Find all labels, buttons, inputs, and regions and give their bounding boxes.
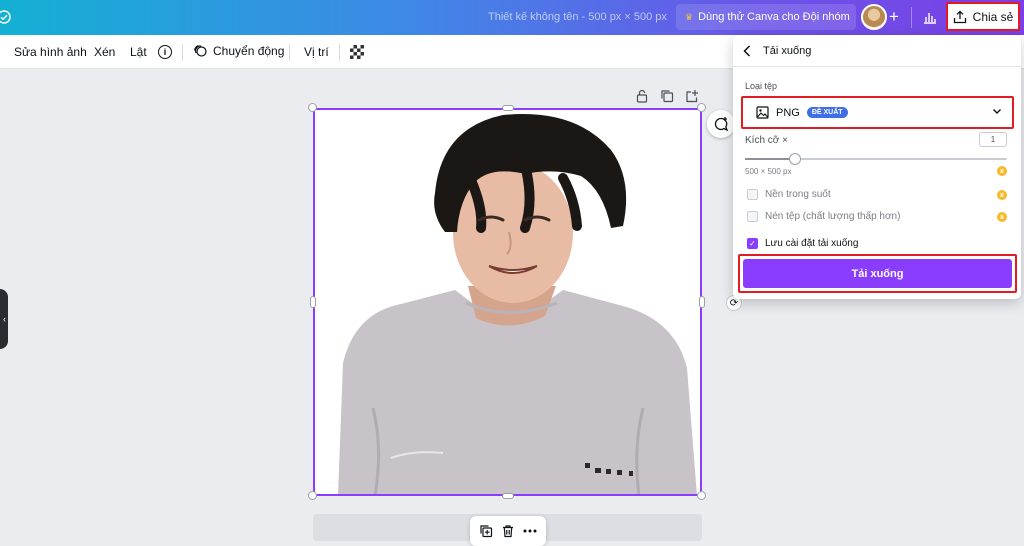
crop-button[interactable]: Xén bbox=[94, 45, 115, 59]
size-slider[interactable] bbox=[745, 153, 1007, 165]
panel-title: Tải xuống bbox=[763, 44, 812, 57]
resize-handle-top[interactable] bbox=[502, 105, 514, 111]
size-slider-fill bbox=[745, 158, 795, 160]
download-panel: Tải xuống Loại tệp PNG ĐỀ XUẤT Kích cỡ ×… bbox=[733, 35, 1021, 299]
divider bbox=[339, 44, 340, 61]
cloud-saved-icon[interactable] bbox=[0, 9, 12, 25]
design-title[interactable]: Thiết kế không tên - 500 px × 500 px bbox=[488, 11, 667, 23]
bar-chart-icon bbox=[924, 12, 936, 24]
top-bar: Thiết kế không tên - 500 px × 500 px ♛ D… bbox=[0, 0, 1024, 35]
animate-label: Chuyển động bbox=[213, 44, 285, 58]
share-label: Chia sẻ bbox=[972, 9, 1014, 24]
file-type-select[interactable]: PNG ĐỀ XUẤT bbox=[741, 96, 1014, 129]
compress-file-checkbox[interactable] bbox=[747, 211, 758, 222]
resize-handle-left[interactable] bbox=[310, 296, 316, 308]
panel-header: Tải xuống bbox=[733, 35, 1021, 67]
crown-icon: ♛ bbox=[997, 166, 1007, 176]
download-button[interactable]: Tải xuống bbox=[743, 259, 1012, 288]
dimensions-text: 500 × 500 px bbox=[745, 167, 792, 176]
size-label: Kích cỡ × bbox=[745, 135, 788, 146]
save-settings-label: Lưu cài đặt tải xuống bbox=[765, 238, 859, 249]
duplicate-page-icon[interactable] bbox=[660, 89, 674, 103]
flip-button[interactable]: Lật bbox=[130, 45, 147, 59]
size-slider-thumb[interactable] bbox=[788, 153, 801, 165]
back-arrow-icon[interactable] bbox=[743, 44, 751, 57]
resize-handle-top-right[interactable] bbox=[697, 103, 706, 112]
design-canvas[interactable] bbox=[313, 108, 702, 496]
avatar[interactable] bbox=[861, 4, 887, 30]
try-canva-teams-label: Dùng thử Canva cho Đội nhóm bbox=[698, 11, 850, 23]
trash-icon[interactable] bbox=[501, 524, 515, 538]
download-button-highlight: Tải xuống bbox=[738, 254, 1017, 293]
element-actions-bar bbox=[470, 516, 546, 546]
transparent-background-label: Nền trong suốt bbox=[765, 189, 831, 200]
chevron-left-icon: ‹ bbox=[3, 314, 6, 324]
chevron-down-icon bbox=[993, 109, 1001, 114]
save-settings-option[interactable]: ✓ Lưu cài đặt tải xuống bbox=[747, 238, 858, 249]
share-button[interactable]: Chia sẻ bbox=[946, 2, 1020, 31]
info-icon[interactable]: i bbox=[158, 45, 172, 59]
side-panel-toggle[interactable]: ‹ bbox=[0, 289, 8, 349]
image-icon bbox=[756, 106, 769, 119]
divider bbox=[289, 44, 290, 61]
transparent-background-option[interactable]: Nền trong suốt bbox=[747, 189, 831, 200]
crown-icon: ♛ bbox=[997, 190, 1007, 200]
add-page-icon[interactable] bbox=[685, 89, 699, 103]
file-type-value: PNG bbox=[776, 106, 800, 119]
comment-button[interactable] bbox=[707, 110, 735, 138]
more-icon[interactable] bbox=[523, 529, 537, 533]
save-settings-checkbox[interactable]: ✓ bbox=[747, 238, 758, 249]
transparency-icon[interactable] bbox=[350, 45, 364, 59]
plus-icon[interactable]: + bbox=[889, 7, 899, 27]
crown-icon: ♛ bbox=[997, 212, 1007, 222]
resize-handle-top-left[interactable] bbox=[308, 103, 317, 112]
size-input[interactable]: 1 bbox=[979, 132, 1007, 147]
resize-handle-bottom-left[interactable] bbox=[308, 491, 317, 500]
duplicate-icon[interactable] bbox=[479, 524, 493, 538]
file-type-label: Loại tệp bbox=[745, 81, 778, 91]
compress-file-option[interactable]: Nén tệp (chất lượng thấp hơn) bbox=[747, 211, 900, 222]
person-photo[interactable] bbox=[313, 108, 702, 496]
transparent-background-checkbox[interactable] bbox=[747, 189, 758, 200]
lock-icon[interactable] bbox=[635, 89, 649, 103]
comment-add-icon bbox=[714, 117, 729, 132]
animation-icon bbox=[193, 44, 207, 57]
resize-handle-right[interactable] bbox=[699, 296, 705, 308]
recommended-badge: ĐỀ XUẤT bbox=[806, 107, 848, 118]
compress-file-label: Nén tệp (chất lượng thấp hơn) bbox=[765, 211, 901, 222]
try-canva-teams-button[interactable]: ♛ Dùng thử Canva cho Đội nhóm bbox=[676, 4, 856, 30]
divider bbox=[911, 7, 912, 28]
crown-icon: ♛ bbox=[685, 11, 694, 22]
resize-handle-bottom-right[interactable] bbox=[697, 491, 706, 500]
divider bbox=[182, 44, 183, 61]
resize-handle-bottom[interactable] bbox=[502, 493, 514, 499]
insights-button[interactable] bbox=[918, 4, 942, 30]
upload-icon bbox=[953, 10, 966, 23]
edit-image-button[interactable]: Sửa hình ảnh bbox=[14, 45, 87, 59]
position-button[interactable]: Vị trí bbox=[304, 45, 329, 59]
animate-button[interactable]: Chuyển động bbox=[193, 44, 284, 58]
